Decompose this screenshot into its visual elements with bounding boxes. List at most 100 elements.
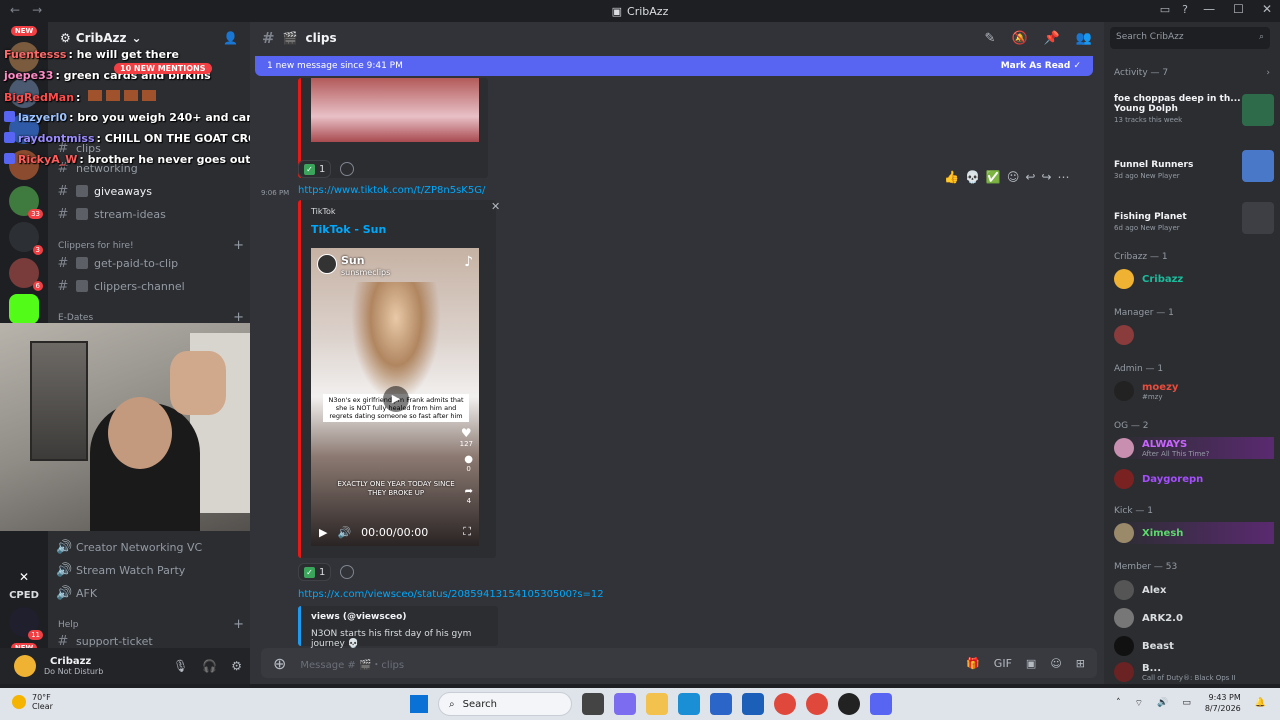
server-icon-7[interactable]: 6 [9,258,43,291]
pin-icon[interactable]: 📌 [1044,31,1060,46]
threads-icon[interactable]: ✎ [985,31,996,46]
activity-item[interactable]: Funnel Runners 3d ago New Player [1114,150,1274,196]
member-row[interactable]: B... Call of Duty®: Black Ops II [1114,661,1274,683]
outlook-icon[interactable] [742,693,764,715]
minimize-icon[interactable]: — [1203,2,1215,16]
channel-clippers-channel[interactable]: # clippers-channel [56,276,246,296]
play-icon[interactable]: ▶ [383,386,409,412]
thumbs-up-icon[interactable]: 👍 [944,170,959,184]
battery-icon[interactable]: ▭ [1182,698,1191,708]
notification-bell-icon[interactable]: 🔕 [1011,31,1027,46]
wifi-icon[interactable]: ⌔ [1135,698,1143,709]
back-arrow-icon[interactable]: ← [10,3,20,17]
chrome-icon[interactable] [774,693,796,715]
chevron-icon[interactable]: ✕ [19,570,29,584]
skull-icon[interactable]: 💀 [965,170,980,184]
gift-icon[interactable]: 🎁 [966,657,980,670]
headphones-icon[interactable]: 🎧 [202,659,217,673]
add-channel-icon[interactable]: + [233,617,244,632]
x-link[interactable]: https://x.com/viewsceo/status/2085941315… [298,589,604,600]
tiktok-link[interactable]: https://www.tiktok.com/t/ZP8n5sK5G/ [298,185,485,196]
maximize-icon[interactable]: ☐ [1233,2,1244,16]
task-view-icon[interactable] [582,693,604,715]
inbox-icon[interactable]: ▭ [1160,3,1170,16]
reply-icon[interactable]: ↩ [1025,170,1035,184]
voice-creator-networking[interactable]: 🔊 Creator Networking VC [56,537,246,557]
copilot-icon[interactable] [614,693,636,715]
taskbar-search[interactable]: ⌕ Search [438,692,572,716]
discord-icon[interactable] [870,693,892,715]
forward-icon[interactable]: ↪ [1041,170,1051,184]
play-button-icon[interactable]: ▶ [319,526,327,539]
member-row[interactable]: Daygorepn [1114,468,1274,490]
store-icon[interactable] [710,693,732,715]
category-help[interactable]: Help + [58,617,244,632]
close-window-icon[interactable]: ✕ [1262,2,1272,16]
server-icon-5[interactable]: 33 [9,186,43,219]
chrome-icon-2[interactable] [806,693,828,715]
check-mark-icon[interactable]: ✅ [986,170,1001,184]
member-row[interactable]: moezy #mzy [1114,380,1274,402]
apps-icon[interactable]: ⊞ [1076,657,1085,670]
mark-as-read-button[interactable]: Mark As Read ✓ [1001,61,1081,71]
x-author[interactable]: views (@viewsceo) [311,612,406,622]
reaction-check[interactable]: ✓ 1 [298,160,332,178]
add-channel-icon[interactable]: + [233,238,244,253]
volume-icon[interactable]: 🔊 [337,526,351,539]
add-reaction-icon[interactable] [340,565,354,579]
member-row[interactable]: Ximesh [1114,522,1274,544]
chevron-up-icon[interactable]: ˄ [1116,698,1121,708]
member-row[interactable]: ALWAYS After All This Time? [1114,437,1274,459]
server-icon-9[interactable]: 11 [9,607,43,640]
member-row[interactable]: Cribazz [1114,268,1274,290]
notification-icon[interactable]: 🔔 [1255,698,1266,708]
more-icon[interactable]: ⋯ [1058,170,1070,184]
mentions-badge[interactable]: 10 NEW MENTIONS [114,63,212,74]
tiktok-video[interactable]: Sun sunsmeclips ♪ N3on's ex girlfriend J… [311,248,479,546]
new-messages-bar[interactable]: 1 new message since 9:41 PM Mark As Read… [255,56,1093,76]
member-row[interactable] [1114,324,1274,346]
emoji-icon[interactable]: ☺ [1050,657,1061,670]
search-input[interactable]: Search CribAzz ⌕ [1110,27,1270,49]
voice-afk[interactable]: 🔊 AFK [56,583,246,603]
server-icon-6[interactable]: 3 [9,222,43,255]
member-list-icon[interactable]: 👥 [1076,31,1092,46]
clock[interactable]: 9:43 PM 8/7/2026 [1205,692,1241,714]
channel-giveaways[interactable]: # giveaways [56,181,246,201]
member-row[interactable]: Alex [1114,579,1274,601]
forward-arrow-icon[interactable]: → [32,3,42,17]
avatar[interactable] [14,655,36,677]
category-clippers[interactable]: Clippers for hire! + [58,238,244,253]
file-explorer-icon[interactable] [646,693,668,715]
obs-icon[interactable] [838,693,860,715]
activity-item[interactable]: foe choppas deep in th... Young Dolph 13… [1114,94,1274,140]
chevron-right-icon[interactable]: › [1266,68,1270,78]
sticker-icon[interactable]: ▣ [1026,657,1036,670]
close-icon[interactable]: ✕ [491,200,500,213]
help-icon[interactable]: ? [1182,3,1188,16]
activity-item[interactable]: Fishing Planet 6d ago New Player [1114,202,1274,248]
server-icon-kick[interactable] [9,294,39,324]
windows-start-icon[interactable] [410,695,428,713]
member-row[interactable]: Beast [1114,635,1274,657]
cped-server-label[interactable]: CPED [9,590,39,601]
edge-icon[interactable] [678,693,700,715]
member-row[interactable]: ARK2.0 [1114,607,1274,629]
add-friend-icon[interactable]: 👤 [223,31,238,45]
message-composer[interactable]: ⊕ Message # 🎬・clips 🎁 GIF ▣ ☺ ⊞ [261,648,1097,678]
embed-image[interactable] [311,78,479,142]
fullscreen-icon[interactable]: ⛶ [463,525,471,539]
gif-icon[interactable]: GIF [994,657,1012,670]
add-attachment-icon[interactable]: ⊕ [273,654,286,673]
microphone-icon[interactable]: 🎙 [173,659,188,673]
embed-title[interactable]: TikTok - Sun [311,223,386,236]
channel-get-paid-to-clip[interactable]: # get-paid-to-clip [56,253,246,273]
add-reaction-icon[interactable]: ☺ [1007,170,1020,184]
volume-icon[interactable]: 🔊 [1157,698,1168,708]
settings-icon[interactable]: ⚙ [231,659,242,673]
reaction-check[interactable]: ✓ 1 [298,563,332,581]
voice-stream-watch-party[interactable]: 🔊 Stream Watch Party [56,560,246,580]
message-input[interactable]: Message # 🎬・clips [300,656,404,671]
add-reaction-icon[interactable] [340,162,354,176]
channel-stream-ideas[interactable]: # stream-ideas [56,204,246,224]
